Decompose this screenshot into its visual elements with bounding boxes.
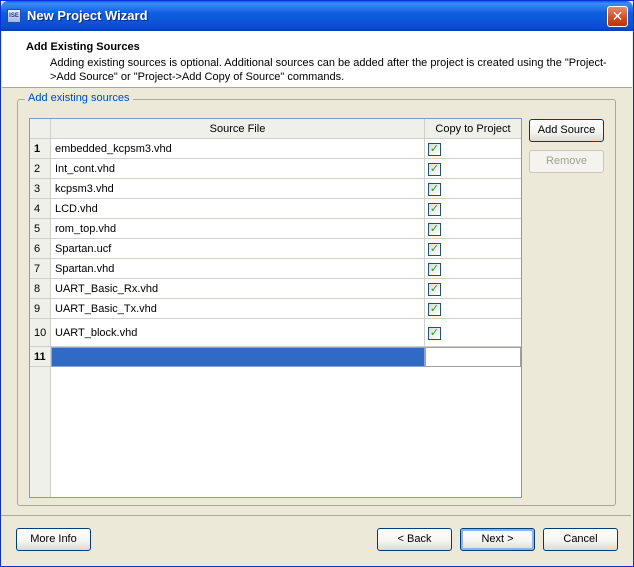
source-file-cell[interactable]: Spartan.vhd	[51, 259, 425, 279]
row-number: 2	[30, 159, 51, 179]
row-number: 7	[30, 259, 51, 279]
source-file-cell[interactable]: Spartan.ucf	[51, 239, 425, 259]
sources-table[interactable]: Source File Copy to Project 1 embedded_k…	[29, 118, 522, 498]
more-info-button[interactable]: More Info	[16, 528, 91, 551]
source-file-cell[interactable]	[51, 347, 425, 367]
source-file-cell[interactable]: Int_cont.vhd	[51, 159, 425, 179]
row-number: 5	[30, 219, 51, 239]
column-header-source-file[interactable]: Source File	[51, 119, 425, 139]
copy-checkbox[interactable]: ✓	[428, 223, 441, 236]
copy-cell[interactable]: ✓	[425, 319, 521, 347]
title-bar[interactable]: ISE New Project Wizard ✕	[1, 1, 633, 31]
row-number: 3	[30, 179, 51, 199]
table-row[interactable]: 2 Int_cont.vhd ✓	[30, 159, 521, 179]
table-row[interactable]: 3 kcpsm3.vhd ✓	[30, 179, 521, 199]
source-file-cell[interactable]: UART_Basic_Tx.vhd	[51, 299, 425, 319]
back-button[interactable]: < Back	[377, 528, 452, 551]
close-icon[interactable]: ✕	[607, 6, 628, 27]
cancel-button[interactable]: Cancel	[543, 528, 618, 551]
copy-checkbox[interactable]: ✓	[428, 263, 441, 276]
table-row[interactable]: 7 Spartan.vhd ✓	[30, 259, 521, 279]
row-number: 1	[30, 139, 51, 159]
row-number: 8	[30, 279, 51, 299]
row-number: 6	[30, 239, 51, 259]
copy-cell[interactable]: ✓	[425, 139, 521, 159]
footer-divider	[1, 515, 631, 516]
table-corner	[30, 119, 51, 139]
add-source-button[interactable]: Add Source	[529, 119, 604, 142]
row-number: 9	[30, 299, 51, 319]
row-number: 10	[30, 319, 51, 347]
table-row[interactable]: 5 rom_top.vhd ✓	[30, 219, 521, 239]
copy-checkbox[interactable]: ✓	[428, 163, 441, 176]
table-row[interactable]: 1 embedded_kcpsm3.vhd ✓	[30, 139, 521, 159]
table-row[interactable]: 8 UART_Basic_Rx.vhd ✓	[30, 279, 521, 299]
copy-cell[interactable]: ✓	[425, 279, 521, 299]
copy-checkbox[interactable]: ✓	[428, 143, 441, 156]
copy-cell[interactable]: ✓	[425, 239, 521, 259]
copy-cell[interactable]: ✓	[425, 159, 521, 179]
source-file-cell[interactable]: embedded_kcpsm3.vhd	[51, 139, 425, 159]
copy-checkbox[interactable]: ✓	[428, 303, 441, 316]
copy-checkbox[interactable]: ✓	[428, 327, 441, 340]
row-number: 4	[30, 199, 51, 219]
source-file-cell[interactable]: UART_Basic_Rx.vhd	[51, 279, 425, 299]
app-icon: ISE	[7, 9, 21, 23]
page-title: Add Existing Sources	[26, 41, 140, 53]
source-file-cell[interactable]: LCD.vhd	[51, 199, 425, 219]
copy-cell[interactable]	[425, 347, 521, 367]
source-file-cell[interactable]: UART_block.vhd	[51, 319, 425, 347]
copy-checkbox[interactable]: ✓	[428, 283, 441, 296]
table-row[interactable]: 6 Spartan.ucf ✓	[30, 239, 521, 259]
table-row[interactable]: 9 UART_Basic_Tx.vhd ✓	[30, 299, 521, 319]
copy-cell[interactable]: ✓	[425, 219, 521, 239]
source-file-cell[interactable]: rom_top.vhd	[51, 219, 425, 239]
copy-cell[interactable]: ✓	[425, 299, 521, 319]
source-file-cell[interactable]: kcpsm3.vhd	[51, 179, 425, 199]
copy-checkbox[interactable]: ✓	[428, 203, 441, 216]
next-button[interactable]: Next >	[460, 528, 535, 551]
column-header-copy-to-project[interactable]: Copy to Project	[425, 119, 521, 139]
copy-cell[interactable]: ✓	[425, 259, 521, 279]
groupbox-label: Add existing sources	[25, 92, 133, 104]
table-row[interactable]: 4 LCD.vhd ✓	[30, 199, 521, 219]
remove-button[interactable]: Remove	[529, 150, 604, 173]
page-description: Adding existing sources is optional. Add…	[50, 57, 607, 83]
wizard-header: Add Existing Sources Adding existing sou…	[2, 31, 632, 88]
table-row[interactable]: 10 UART_block.vhd ✓	[30, 319, 521, 347]
copy-cell[interactable]: ✓	[425, 179, 521, 199]
copy-cell[interactable]: ✓	[425, 199, 521, 219]
window-title: New Project Wizard	[27, 8, 148, 23]
row-number: 11	[30, 347, 51, 367]
table-row-selected[interactable]: 11	[30, 347, 521, 367]
copy-checkbox[interactable]: ✓	[428, 183, 441, 196]
copy-checkbox[interactable]: ✓	[428, 243, 441, 256]
